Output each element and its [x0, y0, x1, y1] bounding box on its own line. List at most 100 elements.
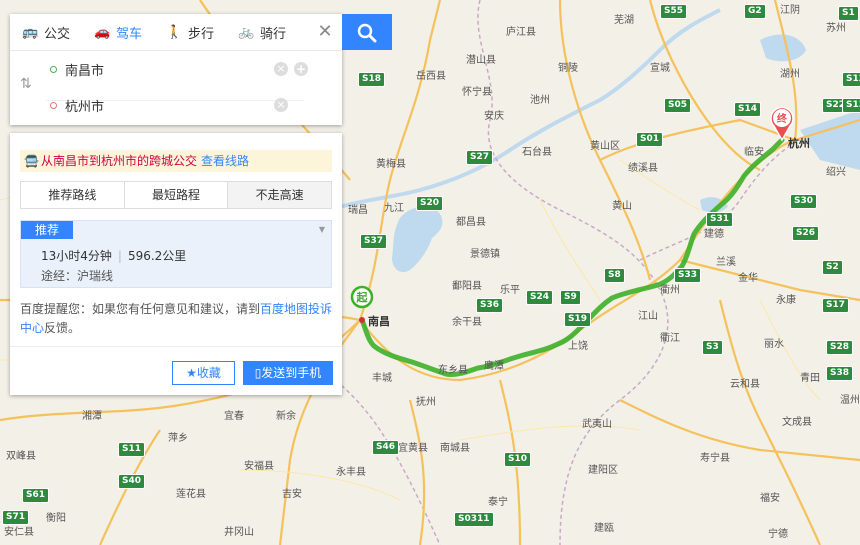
- map-label-新余: 新余: [276, 411, 296, 422]
- map-label-衢江: 衢江: [660, 333, 680, 344]
- intercity-bus-banner: 🚍 从南昌市到杭州市的跨城公交 查看线路: [20, 150, 332, 172]
- map-label-余干县: 余干县: [452, 317, 482, 328]
- map-label-萍乡: 萍乡: [168, 433, 188, 444]
- map-label-瑞昌: 瑞昌: [348, 205, 368, 216]
- mode-bike-label: 骑行: [260, 26, 287, 42]
- route-via: 途经：沪瑞线: [41, 269, 114, 283]
- mode-bus-label: 公交: [44, 26, 71, 42]
- highway-shield-S10: S10: [504, 452, 532, 467]
- map-label-丰城: 丰城: [372, 373, 392, 384]
- map-label-建阳区: 建阳区: [588, 465, 618, 476]
- map-label-双峰县: 双峰县: [6, 451, 36, 462]
- tab-recommended[interactable]: 推荐路线: [21, 182, 125, 208]
- highway-shield-S13: S13: [842, 98, 860, 113]
- map-label-安仁县: 安仁县: [4, 527, 34, 538]
- destination-dot: [50, 101, 57, 109]
- map-label-上饶: 上饶: [568, 341, 588, 352]
- map-label-金华: 金华: [738, 273, 758, 284]
- route-distance: 596.2公里: [127, 249, 187, 263]
- highway-shield-S55: S55: [660, 4, 688, 19]
- route-search-panel: 🚌 公交 🚗 驾车 🚶 步行 🚲 骑行 ✕ ⇅ 南昌市 × + 杭州市 ×: [10, 14, 342, 125]
- tab-no-highway[interactable]: 不走高速: [228, 182, 332, 208]
- map-label-泰宁: 泰宁: [488, 497, 508, 508]
- search-button[interactable]: [342, 14, 392, 50]
- map-label-黄山: 黄山: [612, 201, 632, 212]
- route-plan-card[interactable]: 推荐 ▼ 13小时4分钟 | 596.2公里 途经：沪瑞线: [20, 220, 332, 288]
- highway-shield-S27: S27: [466, 150, 494, 165]
- mode-bike[interactable]: 🚲 骑行: [226, 14, 298, 50]
- feedback-tip: 百度提醒您：如果您有任何意见和建议，请到百度地图投诉中心反馈。: [20, 300, 334, 338]
- map-label-温州: 温州: [840, 395, 860, 406]
- map-label-南昌: 南昌: [368, 315, 390, 328]
- highway-shield-S71: S71: [2, 510, 30, 525]
- highway-shield-S38: S38: [826, 366, 854, 381]
- send-to-phone-button[interactable]: ▯发送到手机: [243, 361, 333, 385]
- clear-origin-icon[interactable]: ×: [274, 62, 288, 76]
- map-label-杭州: 杭州: [788, 137, 810, 150]
- highway-shield-S05: S05: [664, 98, 692, 113]
- map-label-江山: 江山: [638, 311, 658, 322]
- map-label-吉安: 吉安: [282, 489, 302, 500]
- highway-shield-S61: S61: [22, 488, 50, 503]
- map-label-临安: 临安: [744, 147, 764, 158]
- map-label-绩溪县: 绩溪县: [628, 163, 658, 174]
- send-to-phone-label: 发送到手机: [261, 366, 322, 380]
- clear-destination-icon[interactable]: ×: [274, 98, 288, 112]
- view-lines-link[interactable]: 查看线路: [201, 154, 249, 168]
- map-label-衡阳: 衡阳: [46, 513, 66, 524]
- mode-divider: [10, 50, 342, 51]
- origin-input[interactable]: 南昌市: [65, 60, 268, 79]
- bus-small-icon: 🚍: [24, 154, 39, 168]
- mode-walk[interactable]: 🚶 步行: [154, 14, 226, 50]
- swap-direction-icon[interactable]: ⇅: [20, 76, 32, 92]
- close-icon[interactable]: ✕: [314, 21, 336, 43]
- route-result-panel: 🚍 从南昌市到杭州市的跨城公交 查看线路 推荐路线 最短路程 不走高速 推荐 ▼ 1…: [10, 133, 342, 395]
- expand-arrow-icon[interactable]: ▼: [319, 225, 325, 234]
- tab-shortest[interactable]: 最短路程: [125, 182, 229, 208]
- highway-shield-S0311: S0311: [454, 512, 494, 527]
- highway-shield-S30: S30: [790, 194, 818, 209]
- highway-shield-S26: S26: [792, 226, 820, 241]
- add-waypoint-icon[interactable]: +: [294, 62, 308, 76]
- mode-car[interactable]: 🚗 驾车: [82, 14, 154, 50]
- bike-icon: 🚲: [238, 24, 255, 40]
- map-label-乐平: 乐平: [500, 285, 520, 296]
- map-label-宜黄县: 宜黄县: [398, 443, 428, 454]
- map-label-池州: 池州: [530, 95, 550, 106]
- highway-shield-S46: S46: [372, 440, 400, 455]
- route-summary: 13小时4分钟 | 596.2公里: [41, 249, 187, 263]
- mode-bus[interactable]: 🚌 公交: [10, 14, 82, 50]
- tip-prefix: 百度提醒您：如果您有任何意见和建议，请到: [20, 302, 261, 316]
- map-label-井冈山: 井冈山: [224, 527, 254, 538]
- map-label-鄱阳县: 鄱阳县: [452, 281, 482, 292]
- highway-shield-S24: S24: [526, 290, 554, 305]
- destination-row: 杭州市 ×: [46, 90, 308, 120]
- map-label-宣城: 宣城: [650, 63, 670, 74]
- map-label-芜湖: 芜湖: [614, 15, 634, 26]
- highway-shield-S40: S40: [118, 474, 146, 489]
- start-marker-label: 起: [356, 290, 369, 304]
- map-label-文成县: 文成县: [782, 417, 812, 428]
- route-duration: 13小时4分钟: [41, 249, 112, 263]
- route-preference-tabs: 推荐路线 最短路程 不走高速: [20, 181, 332, 209]
- map-label-景德镇: 景德镇: [470, 249, 500, 260]
- map-label-岳西县: 岳西县: [416, 71, 446, 82]
- map-label-怀宁县: 怀宁县: [462, 87, 492, 98]
- tip-suffix: 反馈。: [44, 321, 81, 335]
- highway-shield-S11: S11: [118, 442, 146, 457]
- mode-car-label: 驾车: [116, 26, 143, 42]
- highway-shield-S20: S20: [416, 196, 444, 211]
- highway-shield-S2: S2: [822, 260, 843, 275]
- map-label-建德: 建德: [704, 229, 724, 240]
- highway-shield-S01: S01: [636, 132, 664, 147]
- map-label-云和县: 云和县: [730, 379, 760, 390]
- map-label-宜春: 宜春: [224, 411, 244, 422]
- map-label-苏州: 苏州: [826, 23, 846, 34]
- footer-divider: [10, 346, 342, 347]
- favorite-button[interactable]: ★收藏: [172, 361, 235, 385]
- end-marker-label: 终: [777, 112, 788, 125]
- banner-text: 从南昌市到杭州市的跨城公交: [40, 154, 197, 168]
- destination-input[interactable]: 杭州市: [65, 96, 268, 115]
- bus-icon: 🚌: [22, 24, 39, 40]
- map-label-庐江县: 庐江县: [506, 27, 536, 38]
